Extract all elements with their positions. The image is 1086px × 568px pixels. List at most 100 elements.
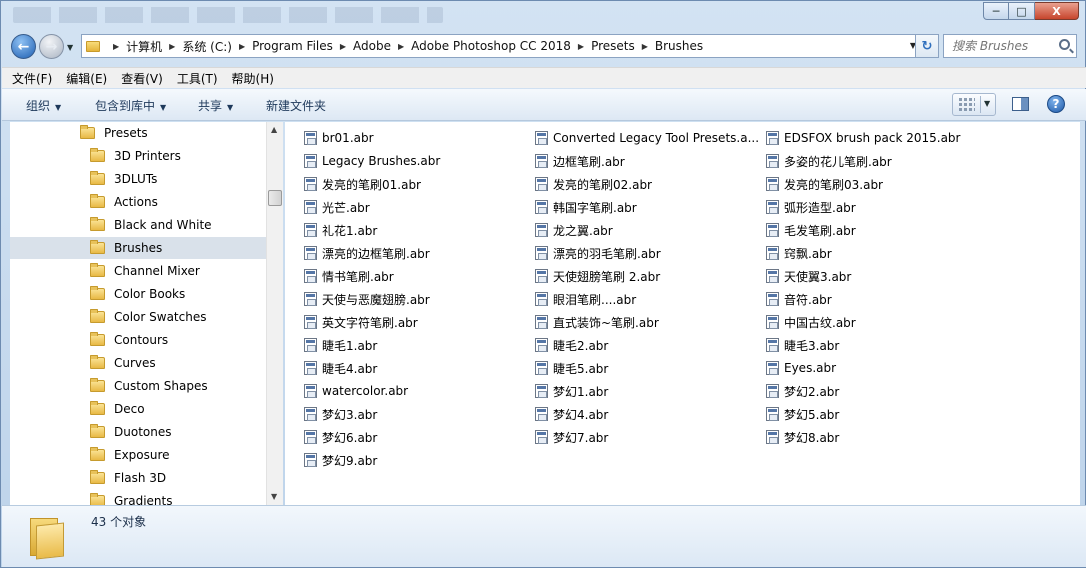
chevron-right-icon[interactable]: ▶ xyxy=(113,42,119,51)
file-item[interactable]: 梦幻2.abr xyxy=(766,380,839,402)
tree-item[interactable]: Gradients xyxy=(10,490,266,505)
menu-tools[interactable]: 工具(T) xyxy=(177,70,218,87)
recent-pages-dropdown[interactable]: ▼ xyxy=(67,43,73,52)
file-item[interactable]: 梦幻8.abr xyxy=(766,426,839,448)
chevron-right-icon[interactable]: ▶ xyxy=(239,42,245,51)
menu-edit[interactable]: 编辑(E) xyxy=(66,70,107,87)
file-item[interactable]: 礼花1.abr xyxy=(304,219,377,241)
file-item[interactable]: Eyes.abr xyxy=(766,357,836,379)
file-item[interactable]: 窍飘.abr xyxy=(766,242,832,264)
file-item[interactable]: watercolor.abr xyxy=(304,380,408,402)
tree-item[interactable]: Curves xyxy=(10,352,266,374)
chevron-right-icon[interactable]: ▶ xyxy=(169,42,175,51)
file-item[interactable]: EDSFOX brush pack 2015.abr xyxy=(766,127,960,149)
breadcrumb-adobe[interactable]: Adobe xyxy=(353,39,391,53)
breadcrumb-computer[interactable]: 计算机 xyxy=(126,38,162,55)
search-box[interactable] xyxy=(943,34,1077,58)
tree-item[interactable]: Black and White xyxy=(10,214,266,236)
scroll-up-arrow-icon[interactable]: ▲ xyxy=(271,125,277,134)
breadcrumb-brushes[interactable]: Brushes xyxy=(655,39,703,53)
file-item[interactable]: 梦幻3.abr xyxy=(304,403,377,425)
tree-item[interactable]: 3DLUTs xyxy=(10,168,266,190)
tree-item[interactable]: Actions xyxy=(10,191,266,213)
change-view-button[interactable]: ▼ xyxy=(952,93,996,116)
file-item[interactable]: Converted Legacy Tool Presets.a... xyxy=(535,127,759,149)
file-item[interactable]: 边框笔刷.abr xyxy=(535,150,625,172)
file-item[interactable]: 梦幻5.abr xyxy=(766,403,839,425)
file-item[interactable]: 发亮的笔刷01.abr xyxy=(304,173,421,195)
file-item[interactable]: 直式装饰~笔刷.abr xyxy=(535,311,659,333)
nav-pane-scrollbar[interactable]: ▲ ▼ xyxy=(266,122,283,505)
file-item[interactable]: 梦幻1.abr xyxy=(535,380,608,402)
breadcrumb-program-files[interactable]: Program Files xyxy=(252,39,333,53)
tree-item[interactable]: Color Books xyxy=(10,283,266,305)
menu-view[interactable]: 查看(V) xyxy=(121,70,163,87)
tree-item-presets[interactable]: Presets xyxy=(10,122,266,144)
file-item[interactable]: 发亮的笔刷02.abr xyxy=(535,173,652,195)
search-icon[interactable] xyxy=(1059,39,1070,50)
file-item[interactable]: 情书笔刷.abr xyxy=(304,265,394,287)
file-item[interactable]: 天使翅膀笔刷 2.abr xyxy=(535,265,660,287)
breadcrumb-drive-c[interactable]: 系统 (C:) xyxy=(182,38,232,55)
file-item[interactable]: 睫毛5.abr xyxy=(535,357,608,379)
search-input[interactable] xyxy=(952,39,1052,53)
share-button[interactable]: 共享 ▼ xyxy=(198,97,233,114)
chevron-right-icon[interactable]: ▶ xyxy=(578,42,584,51)
tree-item[interactable]: Color Swatches xyxy=(10,306,266,328)
file-item[interactable]: 梦幻6.abr xyxy=(304,426,377,448)
back-button[interactable]: ← xyxy=(11,34,36,59)
breadcrumb-presets[interactable]: Presets xyxy=(591,39,635,53)
close-button[interactable]: X xyxy=(1035,2,1079,20)
tree-item[interactable]: Flash 3D xyxy=(10,467,266,489)
refresh-button[interactable]: ↻ xyxy=(915,34,939,58)
file-item[interactable]: 音符.abr xyxy=(766,288,832,310)
chevron-right-icon[interactable]: ▶ xyxy=(642,42,648,51)
file-item[interactable]: 漂亮的羽毛笔刷.abr xyxy=(535,242,661,264)
minimize-button[interactable]: ─ xyxy=(983,2,1009,20)
menu-file[interactable]: 文件(F) xyxy=(12,70,52,87)
breadcrumb-photoshop[interactable]: Adobe Photoshop CC 2018 xyxy=(411,39,571,53)
file-item[interactable]: 漂亮的边框笔刷.abr xyxy=(304,242,430,264)
tree-item[interactable]: 3D Printers xyxy=(10,145,266,167)
scrollbar-thumb[interactable] xyxy=(268,190,282,206)
file-item[interactable]: 龙之翼.abr xyxy=(535,219,613,241)
title-bar[interactable]: ─ □ X xyxy=(1,1,1085,31)
file-item[interactable]: br01.abr xyxy=(304,127,374,149)
scroll-down-arrow-icon[interactable]: ▼ xyxy=(271,492,277,501)
file-item[interactable]: 英文字符笔刷.abr xyxy=(304,311,418,333)
chevron-right-icon[interactable]: ▶ xyxy=(340,42,346,51)
new-folder-button[interactable]: 新建文件夹 xyxy=(266,97,326,114)
address-bar[interactable]: ▶ 计算机 ▶ 系统 (C:) ▶ Program Files ▶ Adobe … xyxy=(81,34,939,58)
include-in-library-button[interactable]: 包含到库中 ▼ xyxy=(95,97,166,114)
file-item[interactable]: 天使翼3.abr xyxy=(766,265,851,287)
file-item[interactable]: 梦幻9.abr xyxy=(304,449,377,471)
file-item[interactable]: 发亮的笔刷03.abr xyxy=(766,173,883,195)
forward-button[interactable]: → xyxy=(39,34,64,59)
menu-help[interactable]: 帮助(H) xyxy=(232,70,274,87)
chevron-down-icon[interactable]: ▼ xyxy=(984,99,990,108)
preview-pane-icon[interactable] xyxy=(1012,97,1029,111)
file-item[interactable]: 睫毛1.abr xyxy=(304,334,377,356)
file-item[interactable]: 睫毛3.abr xyxy=(766,334,839,356)
file-item[interactable]: 韩国字笔刷.abr xyxy=(535,196,637,218)
chevron-right-icon[interactable]: ▶ xyxy=(398,42,404,51)
file-item[interactable]: 天使与恶魔翅膀.abr xyxy=(304,288,430,310)
file-item[interactable]: 光芒.abr xyxy=(304,196,370,218)
help-icon[interactable]: ? xyxy=(1047,95,1065,113)
file-item[interactable]: 中国古纹.abr xyxy=(766,311,856,333)
tree-item[interactable]: Exposure xyxy=(10,444,266,466)
maximize-button[interactable]: □ xyxy=(1009,2,1035,20)
tree-item[interactable]: Contours xyxy=(10,329,266,351)
organize-button[interactable]: 组织 ▼ xyxy=(26,97,61,114)
tree-item[interactable]: Duotones xyxy=(10,421,266,443)
file-item[interactable]: Legacy Brushes.abr xyxy=(304,150,440,172)
tree-item-brushes-selected[interactable]: Brushes xyxy=(10,237,266,259)
file-item[interactable]: 睫毛2.abr xyxy=(535,334,608,356)
tree-item[interactable]: Deco xyxy=(10,398,266,420)
file-item[interactable]: 梦幻4.abr xyxy=(535,403,608,425)
file-item[interactable]: 毛发笔刷.abr xyxy=(766,219,856,241)
file-item[interactable]: 弧形造型.abr xyxy=(766,196,856,218)
file-item[interactable]: 梦幻7.abr xyxy=(535,426,608,448)
file-item[interactable]: 眼泪笔刷....abr xyxy=(535,288,636,310)
tree-item[interactable]: Custom Shapes xyxy=(10,375,266,397)
